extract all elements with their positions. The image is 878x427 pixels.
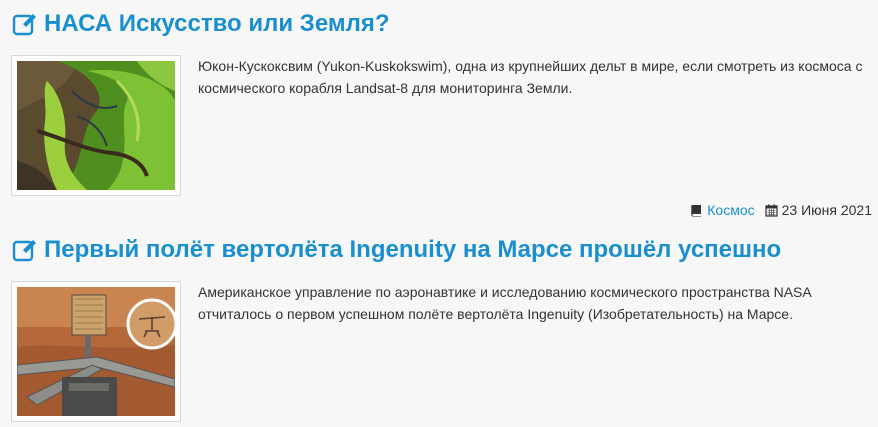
category-link[interactable]: Космос: [707, 202, 754, 218]
book-icon: [691, 204, 702, 216]
article-meta: Космос 23 Июня 2021: [690, 202, 872, 218]
article-thumbnail[interactable]: [11, 55, 181, 196]
article-date: 23 Июня 2021: [781, 202, 872, 218]
edit-icon: [12, 240, 36, 262]
article-summary: Юкон-Кускоксвим (Yukon-Kuskokswim), одна…: [198, 58, 863, 96]
article-summary: Американское управление по аэронавтике и…: [198, 284, 811, 322]
mars-helicopter-image: [17, 287, 175, 416]
article-title-link[interactable]: Первый полёт вертолёта Ingenuity на Марс…: [44, 236, 781, 264]
article-thumbnail[interactable]: [11, 281, 181, 422]
edit-icon: [12, 14, 36, 36]
article-title: НАСА Искусство или Земля?: [12, 10, 390, 38]
satellite-delta-image: [17, 61, 175, 190]
calendar-icon: [765, 204, 778, 217]
article-title: Первый полёт вертолёта Ingenuity на Марс…: [12, 236, 781, 264]
article-title-link[interactable]: НАСА Искусство или Земля?: [44, 10, 390, 38]
